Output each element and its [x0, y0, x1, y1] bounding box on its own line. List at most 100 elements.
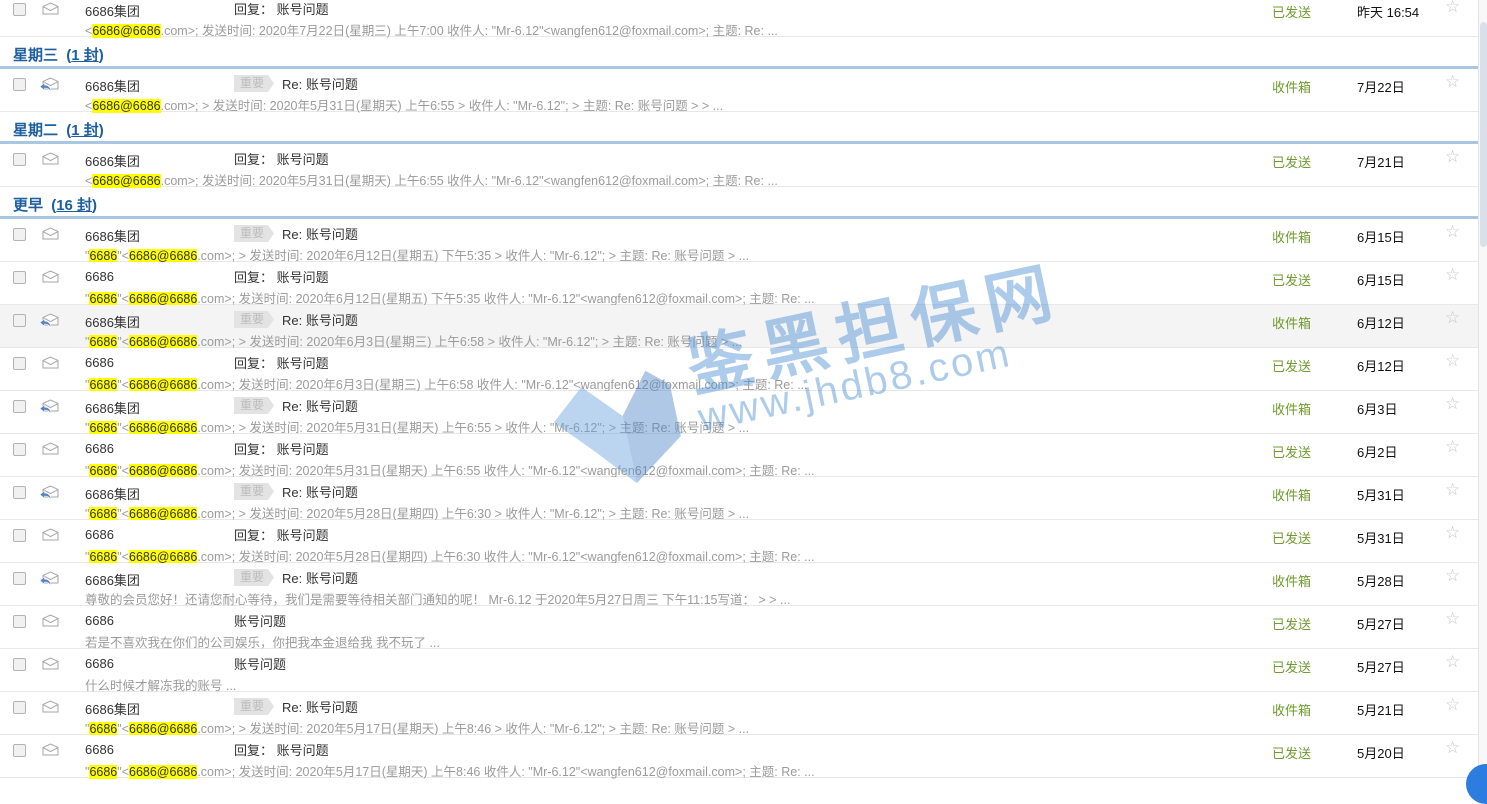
row-checkbox[interactable] [13, 357, 26, 370]
mail-subject: Re: 账号问题 [282, 568, 358, 587]
mail-client-page: 6686集团 重要 回复： 账号问题 <6686@6686.com>; 发送时间… [0, 0, 1487, 775]
sender-name: 6686 [85, 613, 114, 628]
star-icon[interactable]: ☆ [1445, 437, 1460, 457]
star-icon[interactable]: ☆ [1445, 147, 1460, 167]
star-icon[interactable]: ☆ [1445, 480, 1460, 500]
date-group-count-link[interactable]: 1 封 [71, 122, 99, 139]
row-checkbox[interactable] [13, 400, 26, 413]
mail-row[interactable]: 6686 重要 回复： 账号问题 "6686"<6686@6686.com>; … [0, 434, 1478, 477]
mail-replied-icon [42, 399, 62, 415]
sender-name: 6686集团 [85, 151, 140, 170]
folder-label: 收件箱 [1272, 399, 1311, 418]
row-checkbox[interactable] [13, 615, 26, 628]
mail-subject: Re: 账号问题 [282, 74, 358, 93]
mail-subject: Re: 账号问题 [282, 482, 358, 501]
mail-date: 6月3日 [1357, 399, 1397, 418]
mail-row[interactable]: 6686集团 重要 Re: 账号问题 "6686"<6686@6686.com>… [0, 305, 1478, 348]
mail-snippet: <6686@6686.com>; 发送时间: 2020年5月31日(星期天) 上… [85, 170, 778, 189]
mail-replied-icon [42, 485, 62, 501]
star-icon[interactable]: ☆ [1445, 0, 1460, 17]
mail-row[interactable]: 6686集团 重要 Re: 账号问题 "6686"<6686@6686.com>… [0, 219, 1478, 262]
mail-subject: 回复： 账号问题 [234, 525, 329, 544]
folder-label: 收件箱 [1272, 77, 1311, 96]
scrollbar-thumb[interactable] [1480, 22, 1487, 247]
mail-date: 5月21日 [1357, 700, 1405, 719]
important-badge: 重要 [234, 698, 274, 715]
mail-subject: 回复： 账号问题 [234, 0, 329, 18]
row-checkbox[interactable] [13, 486, 26, 499]
mail-row[interactable]: 6686 重要 回复： 账号问题 "6686"<6686@6686.com>; … [0, 520, 1478, 563]
row-checkbox[interactable] [13, 529, 26, 542]
row-checkbox[interactable] [13, 443, 26, 456]
mail-row[interactable]: 6686 重要 账号问题 什么时候才解冻我的账号 ... 已发送 5月27日 ☆ [0, 649, 1478, 692]
mail-subject: 回复： 账号问题 [234, 149, 329, 168]
date-group-count-link[interactable]: 16 封 [56, 197, 92, 214]
mail-subject: 账号问题 [234, 611, 286, 630]
sender-name: 6686集团 [85, 699, 140, 718]
sender-name: 6686 [85, 527, 114, 542]
star-icon[interactable]: ☆ [1445, 351, 1460, 371]
mail-row[interactable]: 6686集团 重要 Re: 账号问题 <6686@6686.com>; > 发送… [0, 69, 1478, 112]
mail-row[interactable]: 6686 重要 账号问题 若是不喜欢我在你们的公司娱乐，你把我本金退给我 我不玩… [0, 606, 1478, 649]
star-icon[interactable]: ☆ [1445, 695, 1460, 715]
row-checkbox[interactable] [13, 271, 26, 284]
mail-date: 6月15日 [1357, 270, 1405, 289]
mail-row[interactable]: 6686集团 重要 Re: 账号问题 "6686"<6686@6686.com>… [0, 391, 1478, 434]
star-icon[interactable]: ☆ [1445, 609, 1460, 629]
mail-row[interactable]: 6686集团 重要 Re: 账号问题 "6686"<6686@6686.com>… [0, 477, 1478, 520]
folder-label: 收件箱 [1272, 313, 1311, 332]
star-icon[interactable]: ☆ [1445, 738, 1460, 758]
mail-read-icon [42, 227, 62, 243]
important-badge: 重要 [234, 225, 274, 242]
sender-name: 6686 [85, 656, 114, 671]
date-group-header: 星期三 (1 封) [0, 37, 1478, 69]
row-checkbox[interactable] [13, 228, 26, 241]
row-checkbox[interactable] [13, 572, 26, 585]
mail-replied-icon [42, 77, 62, 93]
mail-snippet: "6686"<6686@6686.com>; 发送时间: 2020年5月17日(… [85, 761, 815, 780]
mail-row[interactable]: 6686集团 重要 Re: 账号问题 尊敬的会员您好！还请您耐心等待，我们是需要… [0, 563, 1478, 606]
mail-read-icon [42, 2, 62, 18]
row-checkbox[interactable] [13, 744, 26, 757]
row-checkbox[interactable] [13, 153, 26, 166]
sender-name: 6686集团 [85, 312, 140, 331]
star-icon[interactable]: ☆ [1445, 523, 1460, 543]
mail-row[interactable]: 6686 重要 回复： 账号问题 "6686"<6686@6686.com>; … [0, 735, 1478, 778]
folder-label: 收件箱 [1272, 571, 1311, 590]
important-badge: 重要 [234, 397, 274, 414]
date-group-count-link[interactable]: 1 封 [71, 47, 99, 64]
mail-row[interactable]: 6686 重要 回复： 账号问题 "6686"<6686@6686.com>; … [0, 262, 1478, 305]
sender-name: 6686 [85, 441, 114, 456]
star-icon[interactable]: ☆ [1445, 652, 1460, 672]
star-icon[interactable]: ☆ [1445, 265, 1460, 285]
star-icon[interactable]: ☆ [1445, 394, 1460, 414]
vertical-scrollbar [1478, 0, 1487, 775]
mail-row[interactable]: 6686集团 重要 回复： 账号问题 <6686@6686.com>; 发送时间… [0, 144, 1478, 187]
row-checkbox[interactable] [13, 701, 26, 714]
mail-row[interactable]: 6686集团 重要 回复： 账号问题 <6686@6686.com>; 发送时间… [0, 0, 1478, 37]
mail-date: 6月2日 [1357, 442, 1397, 461]
star-icon[interactable]: ☆ [1445, 308, 1460, 328]
sender-name: 6686集团 [85, 1, 140, 20]
star-icon[interactable]: ☆ [1445, 566, 1460, 586]
folder-label: 已发送 [1272, 152, 1311, 171]
mail-snippet: <6686@6686.com>; > 发送时间: 2020年5月31日(星期天)… [85, 95, 723, 114]
mail-date: 6月12日 [1357, 313, 1405, 332]
important-badge: 重要 [234, 569, 274, 586]
row-checkbox[interactable] [13, 78, 26, 91]
star-icon[interactable]: ☆ [1445, 72, 1460, 92]
mail-row[interactable]: 6686集团 重要 Re: 账号问题 "6686"<6686@6686.com>… [0, 692, 1478, 735]
folder-label: 已发送 [1272, 442, 1311, 461]
star-icon[interactable]: ☆ [1445, 222, 1460, 242]
important-badge: 重要 [234, 483, 274, 500]
mail-date: 5月27日 [1357, 657, 1405, 676]
row-checkbox[interactable] [13, 3, 26, 16]
mail-date: 6月12日 [1357, 356, 1405, 375]
row-checkbox[interactable] [13, 658, 26, 671]
mail-read-icon [42, 152, 62, 168]
mail-read-icon [42, 700, 62, 716]
mail-date: 6月15日 [1357, 227, 1405, 246]
mail-row[interactable]: 6686 重要 回复： 账号问题 "6686"<6686@6686.com>; … [0, 348, 1478, 391]
mail-subject: 回复： 账号问题 [234, 353, 329, 372]
row-checkbox[interactable] [13, 314, 26, 327]
